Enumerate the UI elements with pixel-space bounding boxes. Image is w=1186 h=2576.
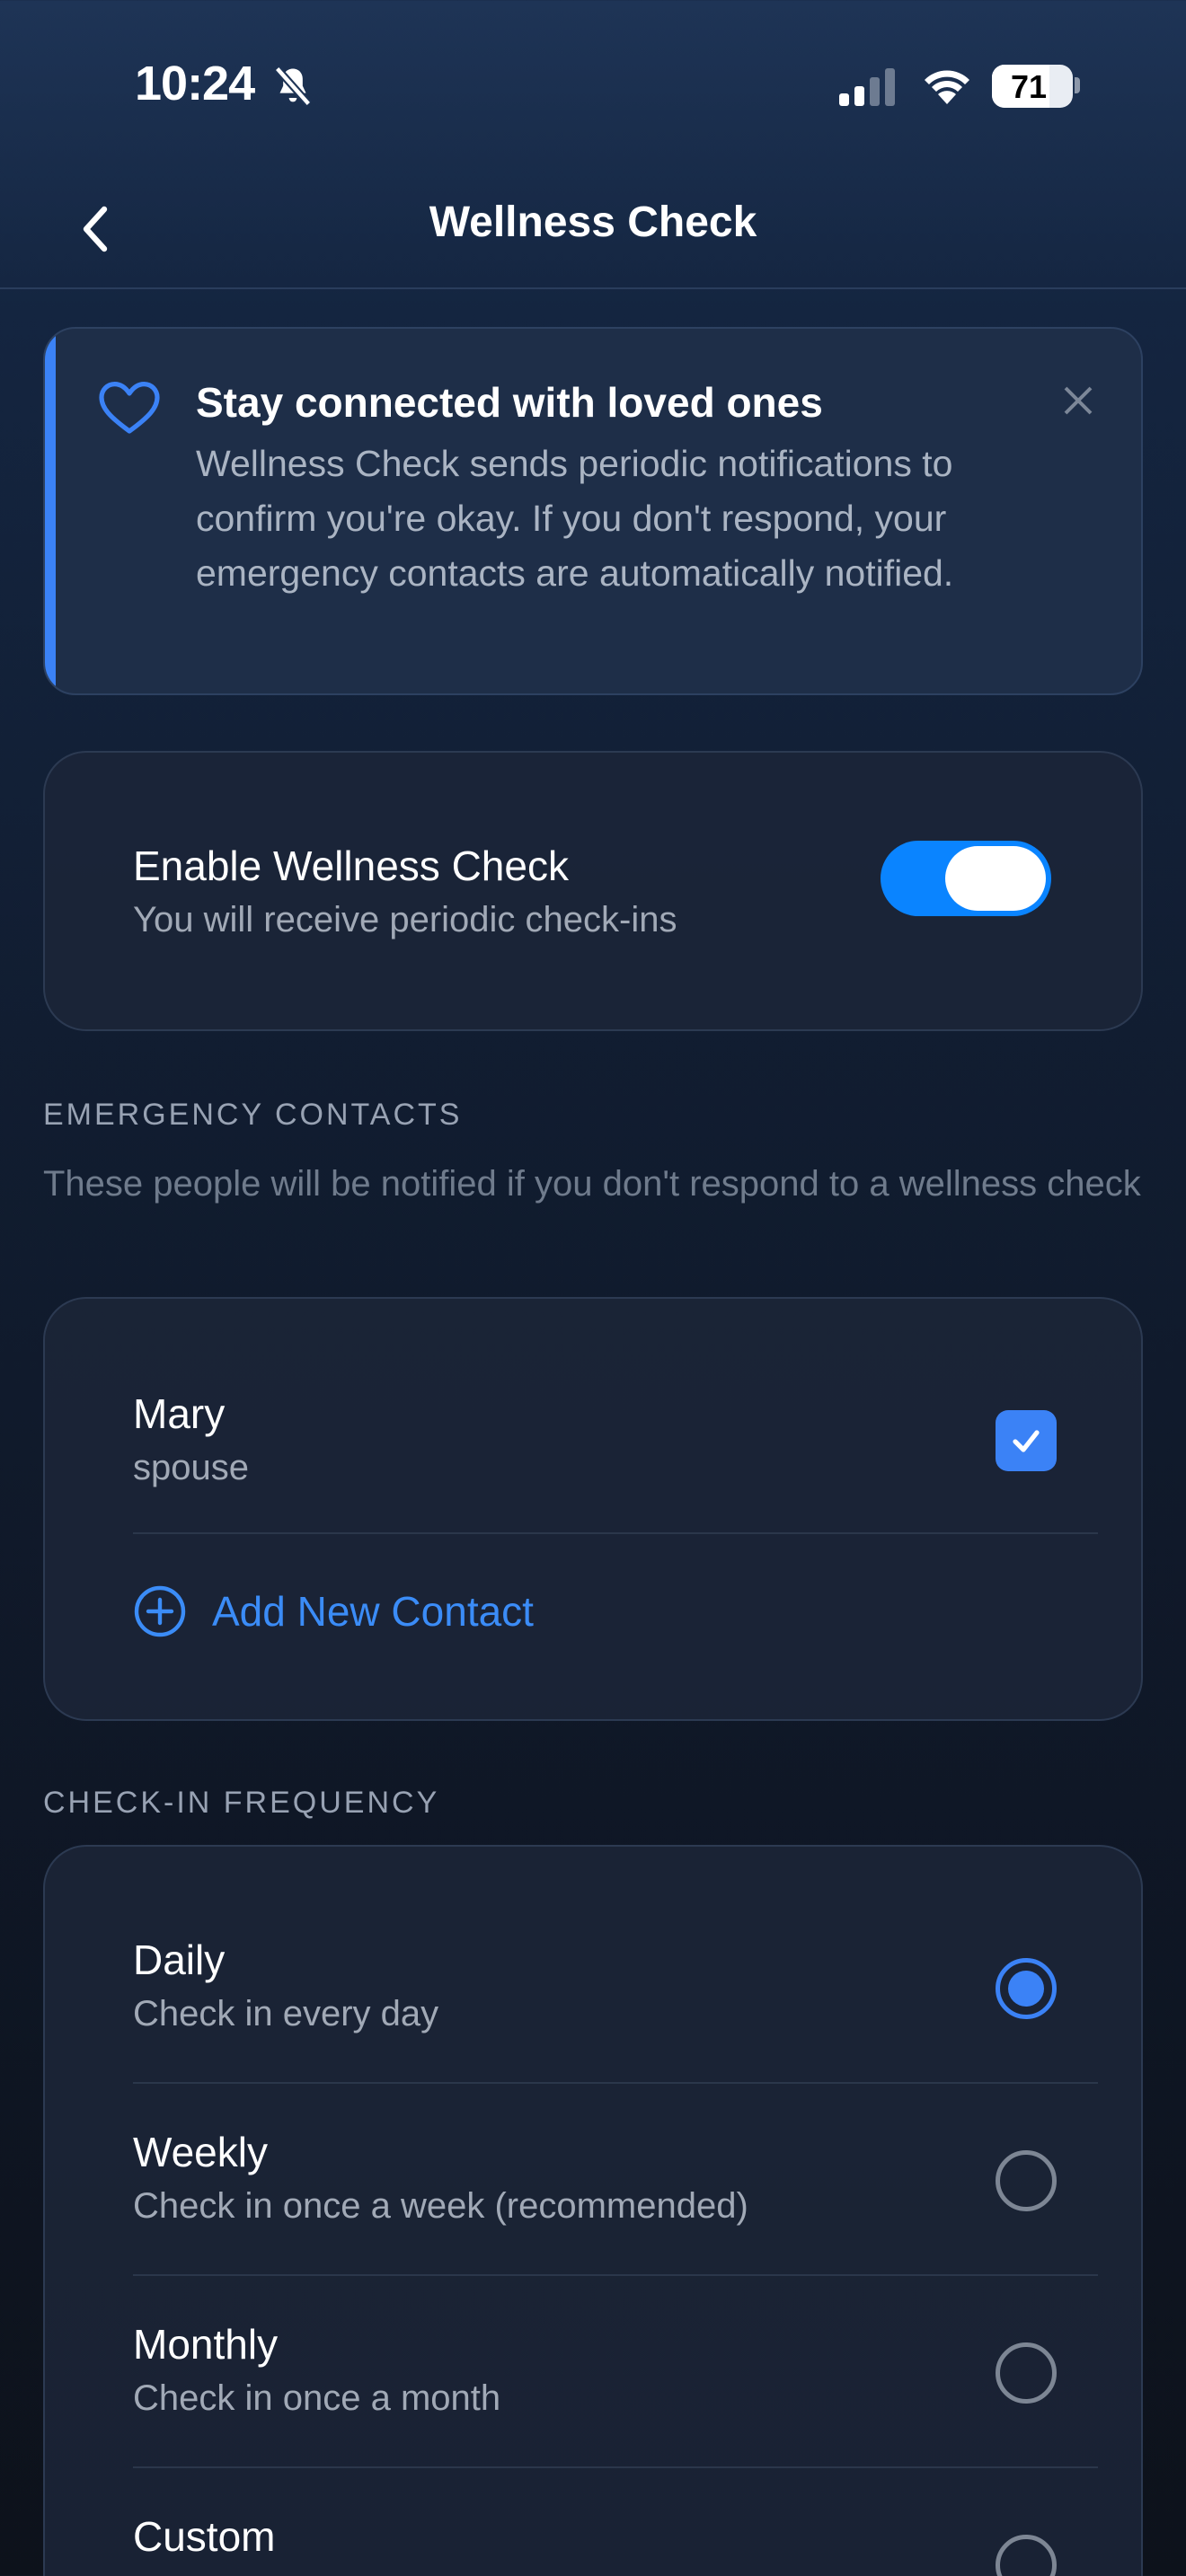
battery-percentage: 71 bbox=[1010, 68, 1048, 105]
radio-custom[interactable] bbox=[996, 2535, 1057, 2576]
contacts-card: Mary spouse Add New Contact bbox=[43, 1297, 1143, 1721]
banner-text: Wellness Check sends periodic notificati… bbox=[196, 443, 954, 594]
frequency-option-label: Daily bbox=[133, 1936, 226, 1983]
contact-name: Mary bbox=[133, 1390, 226, 1437]
add-contact-button[interactable]: Add New Contact bbox=[133, 1575, 534, 1647]
status-bar: 10:24 71 bbox=[0, 0, 1186, 171]
heart-icon bbox=[99, 382, 160, 434]
contact-relation: spouse bbox=[133, 1448, 249, 1487]
checkmark-icon bbox=[1013, 1430, 1040, 1452]
enable-subtitle: You will receive periodic check-ins bbox=[133, 900, 677, 940]
frequency-option-description: Check in every day bbox=[133, 1994, 439, 2033]
radio-weekly[interactable] bbox=[996, 2150, 1057, 2211]
frequency-option-description: Check in once a week (recommended) bbox=[133, 2186, 748, 2226]
contacts-section-label: EMERGENCY CONTACTS bbox=[43, 1098, 463, 1132]
bell-off-icon bbox=[274, 66, 312, 107]
divider bbox=[133, 2466, 1098, 2468]
plus-circle-icon bbox=[134, 1585, 186, 1637]
navigation-bar: Wellness Check bbox=[0, 171, 1186, 289]
wifi-icon bbox=[925, 70, 969, 104]
toggle-knob bbox=[945, 846, 1046, 911]
cellular-signal-icon bbox=[839, 66, 895, 106]
battery-icon: 71 bbox=[992, 65, 1073, 108]
banner-close-button[interactable] bbox=[1051, 374, 1105, 428]
enable-title: Enable Wellness Check bbox=[133, 842, 569, 889]
page-title: Wellness Check bbox=[429, 198, 757, 246]
close-icon bbox=[1064, 386, 1093, 415]
radio-monthly[interactable] bbox=[996, 2342, 1057, 2404]
contact-checkbox[interactable] bbox=[996, 1410, 1057, 1471]
add-contact-label: Add New Contact bbox=[212, 1588, 534, 1635]
divider bbox=[133, 1532, 1098, 1534]
banner-title: Stay connected with loved ones bbox=[196, 379, 823, 426]
divider bbox=[133, 2082, 1098, 2084]
enable-card: Enable Wellness Check You will receive p… bbox=[43, 751, 1143, 1031]
banner-accent-bar bbox=[45, 329, 56, 693]
contacts-description: These people will be notified if you don… bbox=[43, 1164, 1141, 1204]
info-banner: Stay connected with loved ones Wellness … bbox=[43, 327, 1143, 695]
frequency-option-label: Weekly bbox=[133, 2129, 268, 2175]
divider bbox=[133, 2274, 1098, 2276]
frequency-option-description: Check in once a month bbox=[133, 2378, 501, 2418]
radio-daily[interactable] bbox=[996, 1958, 1057, 2019]
status-time: 10:24 bbox=[135, 57, 255, 110]
frequency-section-label: CHECK-IN FREQUENCY bbox=[43, 1786, 440, 1820]
enable-toggle[interactable] bbox=[881, 841, 1051, 916]
battery-tip bbox=[1075, 77, 1080, 93]
frequency-card: Daily Check in every day Weekly Check in… bbox=[43, 1845, 1143, 2576]
frequency-option-label: Monthly bbox=[133, 2321, 279, 2368]
frequency-option-label: Custom bbox=[133, 2513, 276, 2560]
